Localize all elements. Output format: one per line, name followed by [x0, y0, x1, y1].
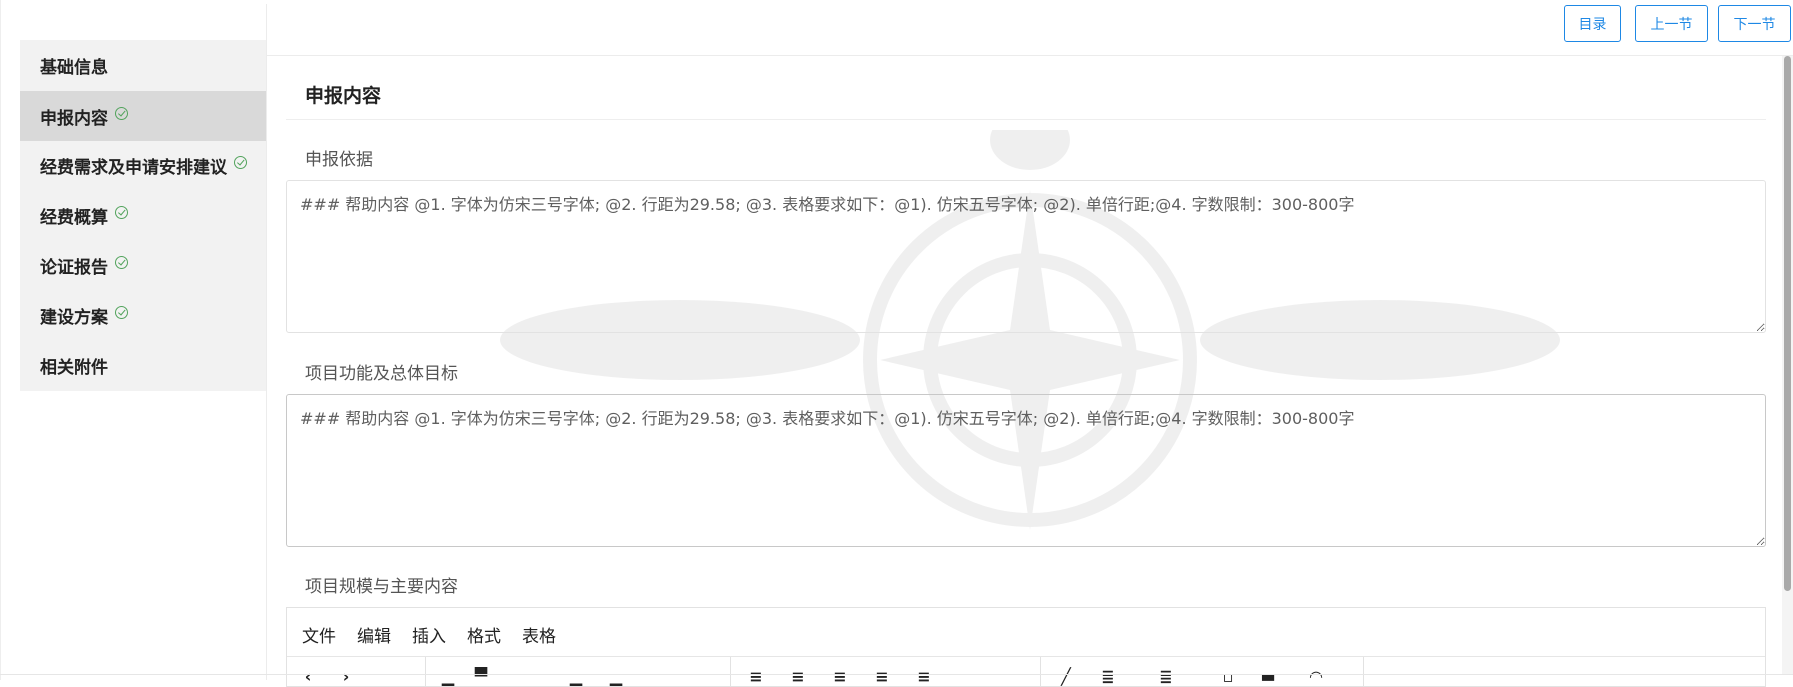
sidebar-item-label: 建设方案	[40, 307, 108, 328]
sidebar-item-funding-needs[interactable]: 经费需求及申请安排建议	[20, 140, 266, 190]
prev-section-button[interactable]: 上一节	[1635, 5, 1708, 42]
menu-edit[interactable]: 编辑	[357, 622, 391, 647]
sidebar-item-label: 基础信息	[40, 57, 108, 78]
check-circle-icon	[234, 155, 247, 169]
rich-text-editor: 文件 编辑 插入 格式 表格 ‹ › ▁ ▀ ▁ ▁ ≡ ≡ ≡ ≡ ≡ ╱ ≣…	[286, 607, 1766, 687]
align-justify-icon[interactable]: ≡	[873, 667, 891, 687]
scrollbar-thumb[interactable]	[1784, 56, 1791, 591]
menu-table[interactable]: 表格	[522, 622, 556, 647]
toolbar-separator	[1040, 657, 1041, 687]
highlight-icon[interactable]: ▀	[472, 667, 490, 687]
left-border	[0, 0, 1, 680]
check-circle-icon	[115, 205, 128, 219]
objectives-textarea[interactable]	[286, 394, 1766, 547]
sidebar-divider	[266, 4, 267, 680]
editor-menubar: 文件 编辑 插入 格式 表格	[287, 608, 1765, 657]
sidebar-item-construction-plan[interactable]: 建设方案	[20, 290, 266, 340]
field-label-scope: 项目规模与主要内容	[305, 577, 458, 597]
align-center-icon[interactable]: ≡	[789, 667, 807, 687]
menu-file[interactable]: 文件	[302, 622, 336, 647]
font-color-icon[interactable]: ▁	[439, 667, 457, 687]
undo-icon[interactable]: ‹	[299, 667, 317, 687]
code-icon[interactable]: ◠	[1307, 667, 1325, 687]
redo-icon[interactable]: ›	[337, 667, 355, 687]
image-icon[interactable]: ▫	[1219, 667, 1237, 687]
media-icon[interactable]: ▬	[1259, 667, 1277, 687]
sidebar-nav: 基础信息 申报内容 经费需求及申请安排建议 经费概算 论证报告 建设方案 相关附…	[20, 40, 266, 391]
bullet-list-icon[interactable]: ≣	[1099, 667, 1117, 687]
toolbar-separator	[425, 657, 426, 687]
check-circle-icon	[115, 255, 128, 269]
catalog-button[interactable]: 目录	[1564, 5, 1621, 42]
numbered-list-icon[interactable]: ≣	[1157, 667, 1175, 687]
sidebar-item-label: 相关附件	[40, 357, 108, 378]
menu-insert[interactable]: 插入	[412, 622, 446, 647]
toolbar-divider	[267, 55, 1793, 56]
sidebar-item-feasibility-report[interactable]: 论证报告	[20, 240, 266, 290]
sidebar-item-label: 论证报告	[40, 257, 108, 278]
section-divider	[286, 119, 1766, 120]
sidebar-item-basic-info[interactable]: 基础信息	[20, 40, 266, 90]
sidebar-item-label: 经费需求及申请安排建议	[40, 157, 227, 178]
link-icon[interactable]: ╱	[1057, 667, 1075, 687]
italic-icon[interactable]: ▁	[607, 667, 625, 687]
sidebar-item-budget-estimate[interactable]: 经费概算	[20, 190, 266, 240]
next-section-button[interactable]: 下一节	[1718, 5, 1791, 42]
editor-toolbar: ‹ › ▁ ▀ ▁ ▁ ≡ ≡ ≡ ≡ ≡ ╱ ≣ ≣ ▫ ▬ ◠	[287, 657, 1765, 687]
check-circle-icon	[115, 106, 128, 120]
toolbar-separator	[730, 657, 731, 687]
basis-textarea[interactable]	[286, 180, 1766, 333]
check-circle-icon	[115, 305, 128, 319]
sidebar-item-label: 申报内容	[40, 108, 108, 129]
field-label-basis: 申报依据	[305, 150, 373, 170]
sidebar-item-application-content[interactable]: 申报内容	[20, 91, 266, 141]
menu-format[interactable]: 格式	[467, 622, 501, 647]
sidebar-item-label: 经费概算	[40, 207, 108, 228]
align-right-icon[interactable]: ≡	[831, 667, 849, 687]
bold-icon[interactable]: ▁	[567, 667, 585, 687]
bottom-border	[0, 674, 1793, 675]
indent-icon[interactable]: ≡	[915, 667, 933, 687]
field-label-objectives: 项目功能及总体目标	[305, 364, 458, 384]
sidebar-item-attachments[interactable]: 相关附件	[20, 340, 266, 390]
align-left-icon[interactable]: ≡	[747, 667, 765, 687]
section-title: 申报内容	[305, 85, 382, 107]
toolbar-separator	[1363, 657, 1364, 687]
